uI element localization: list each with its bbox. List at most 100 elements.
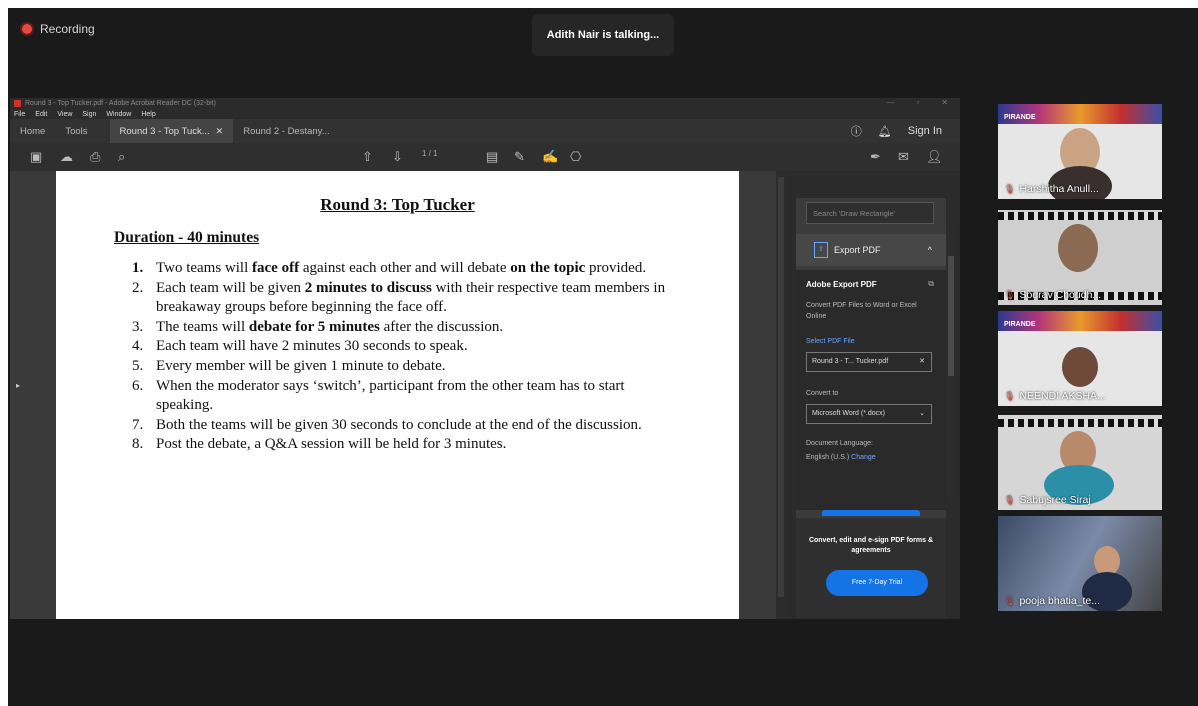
expand-left-pane-icon[interactable]: ▸ xyxy=(16,381,22,393)
rule-item: 1. Two teams will face off against each o… xyxy=(132,259,672,279)
menu-bar: File Edit View Sign Window Help xyxy=(10,109,156,119)
convert-button-partial[interactable] xyxy=(822,510,920,516)
participant-tile[interactable]: 🎙︎ Sourav Choudh... xyxy=(998,210,1162,305)
participant-tile[interactable]: PIRANDE 🎙︎ Harshitha Anull... xyxy=(998,104,1162,199)
convert-to-select[interactable]: Microsoft Word (*.docx) ⌄ xyxy=(806,404,932,424)
rule-text-part: When the moderator says ‘switch’, partic… xyxy=(156,377,625,414)
acrobat-logo-icon xyxy=(14,100,21,107)
muted-mic-icon: 🎙︎ xyxy=(1004,183,1016,194)
change-language-link[interactable]: Change xyxy=(851,454,876,461)
draw-icon[interactable]: ✍ xyxy=(542,148,558,166)
close-tab-icon[interactable]: ✕ xyxy=(216,126,224,137)
rule-text-part: after the discussion. xyxy=(379,318,504,335)
selected-file-field[interactable]: Round 3 - T... Tucker.pdf ✕ xyxy=(806,352,932,372)
tab-label: Round 3 - Top Tuck... xyxy=(119,125,210,137)
tab-tools[interactable]: Tools xyxy=(55,119,97,143)
rule-text-part: Every member will be given 1 minute to d… xyxy=(156,357,446,374)
tab-label: Tools xyxy=(65,125,88,137)
participant-tile[interactable]: 🎙︎ Sabujsree Siraj xyxy=(998,415,1162,510)
upload-cloud-icon[interactable]: ☁ xyxy=(60,148,73,166)
rule-text: The teams will debate for 5 minutes afte… xyxy=(156,318,503,338)
tab-label: Home xyxy=(20,125,46,137)
promo-box: Convert, edit and e-sign PDF forms & agr… xyxy=(796,518,946,618)
participant-name: Sabujsree Siraj xyxy=(1019,494,1091,506)
rule-text: Each team will have 2 minutes 30 seconds… xyxy=(156,337,468,357)
scroll-thumb[interactable] xyxy=(778,177,784,597)
rule-item: 4. Each team will have 2 minutes 30 secon… xyxy=(132,337,672,357)
select-file-label: Select PDF File xyxy=(806,338,855,345)
filmstrip-decoration xyxy=(998,419,1162,427)
menu-window[interactable]: Window xyxy=(106,111,131,118)
convert-to-label: Convert to xyxy=(806,390,839,397)
recording-label: Recording xyxy=(40,22,95,36)
maximize-icon[interactable]: ▫ xyxy=(916,98,919,107)
tab-document-round3[interactable]: Round 3 - Top Tuck... ✕ xyxy=(109,119,234,143)
tab-document-round2[interactable]: Round 2 - Destany... xyxy=(233,119,339,143)
participant-tile[interactable]: PIRANDE 🎙︎ NEENDI AKSHA... xyxy=(998,311,1162,406)
fill-sign-icon[interactable]: ⎔ xyxy=(570,148,581,166)
chevron-down-icon: ⌄ xyxy=(919,410,925,417)
notification-bell-icon[interactable]: 🔔︎ xyxy=(878,125,892,138)
menu-file[interactable]: File xyxy=(14,111,25,118)
rule-emphasis: face off xyxy=(252,260,300,276)
free-trial-button[interactable]: Free 7-Day Trial xyxy=(826,570,928,596)
document-area: ▸ Round 3: Top Tucker Duration - 40 minu… xyxy=(10,171,786,619)
rule-item: 3. The teams will debate for 5 minutes af… xyxy=(132,318,672,338)
tool-search-input[interactable]: Search 'Draw Rectangle' xyxy=(806,202,934,224)
filmstrip-decoration xyxy=(998,212,1162,220)
rule-text-part: Post the debate, a Q&A session will be h… xyxy=(156,436,507,453)
rule-text-part: provided. xyxy=(585,260,647,276)
participant-name: Harshitha Anull... xyxy=(1019,183,1099,195)
doc-title: Round 3: Top Tucker xyxy=(320,195,475,214)
rule-item: 8. Post the debate, a Q&A session will be… xyxy=(132,435,672,455)
minimize-icon[interactable]: — xyxy=(886,98,894,107)
banner-text: PIRANDE xyxy=(1004,114,1036,121)
tab-home[interactable]: Home xyxy=(10,119,55,143)
sign-pen-icon[interactable]: ✒ xyxy=(870,148,881,166)
participant-label: 🎙︎ NEENDI AKSHA... xyxy=(1004,390,1106,402)
pdf-page: Round 3: Top Tucker Duration - 40 minute… xyxy=(56,171,739,619)
muted-mic-icon: 🎙︎ xyxy=(1004,289,1016,300)
rule-number: 7. xyxy=(132,416,144,433)
menu-sign[interactable]: Sign xyxy=(82,111,96,118)
page-indicator[interactable]: 1 / 1 xyxy=(422,149,438,158)
close-window-icon[interactable]: ✕ xyxy=(941,98,948,107)
event-banner: PIRANDE xyxy=(998,104,1162,124)
rule-number: 6. xyxy=(132,377,144,394)
convert-to-value: Microsoft Word (*.docx) xyxy=(812,410,885,417)
rule-item: 6. When the moderator says ‘switch’, part… xyxy=(132,377,672,416)
page-down-icon[interactable]: ⇩ xyxy=(392,148,403,166)
recording-indicator: Recording xyxy=(22,22,95,36)
menu-help[interactable]: Help xyxy=(141,111,155,118)
rule-number: 3. xyxy=(132,318,144,335)
clear-file-icon[interactable]: ✕ xyxy=(919,353,925,371)
help-icon[interactable]: ⓘ xyxy=(851,123,862,139)
menu-edit[interactable]: Edit xyxy=(35,111,47,118)
highlight-pen-icon[interactable]: ✎ xyxy=(514,148,525,166)
participant-label: 🎙︎ pooja bhatia_te... xyxy=(1004,595,1100,607)
rule-text: Each team will be given 2 minutes to dis… xyxy=(156,279,672,318)
pane-scrollbar[interactable] xyxy=(946,226,956,496)
participant-name: NEENDI AKSHA... xyxy=(1019,390,1106,402)
sign-in-button[interactable]: Sign In xyxy=(908,125,942,137)
participant-name: Sourav Choudh... xyxy=(1019,289,1102,301)
document-scrollbar[interactable] xyxy=(776,171,786,619)
copy-icon: ⧉ xyxy=(928,279,934,288)
participant-face xyxy=(1058,224,1098,272)
mail-icon[interactable]: ✉ xyxy=(898,148,909,166)
share-user-icon[interactable]: 👤︎ xyxy=(926,148,943,166)
page-up-icon[interactable]: ⇧ xyxy=(362,148,373,166)
participant-tile[interactable]: 🎙︎ pooja bhatia_te... xyxy=(998,516,1162,611)
chevron-up-icon[interactable]: ^ xyxy=(928,245,932,255)
comment-icon[interactable]: ▤ xyxy=(486,148,498,166)
acrobat-titlebar: Round 3 - Top Tucker.pdf - Adobe Acrobat… xyxy=(10,98,960,109)
save-icon[interactable]: ▣ xyxy=(30,148,42,166)
zoom-search-icon[interactable]: ⌕ xyxy=(118,148,125,166)
rule-text-part: Each team will have 2 minutes 30 seconds… xyxy=(156,338,468,355)
rule-emphasis: on the topic xyxy=(510,260,586,276)
export-description: Convert PDF Files to Word or Excel Onlin… xyxy=(806,302,917,320)
pane-scroll-thumb[interactable] xyxy=(948,256,954,376)
export-pdf-tool[interactable]: ⇪ Export PDF ^ xyxy=(796,234,946,266)
menu-view[interactable]: View xyxy=(57,111,72,118)
print-icon[interactable]: ⎙ xyxy=(90,148,100,166)
